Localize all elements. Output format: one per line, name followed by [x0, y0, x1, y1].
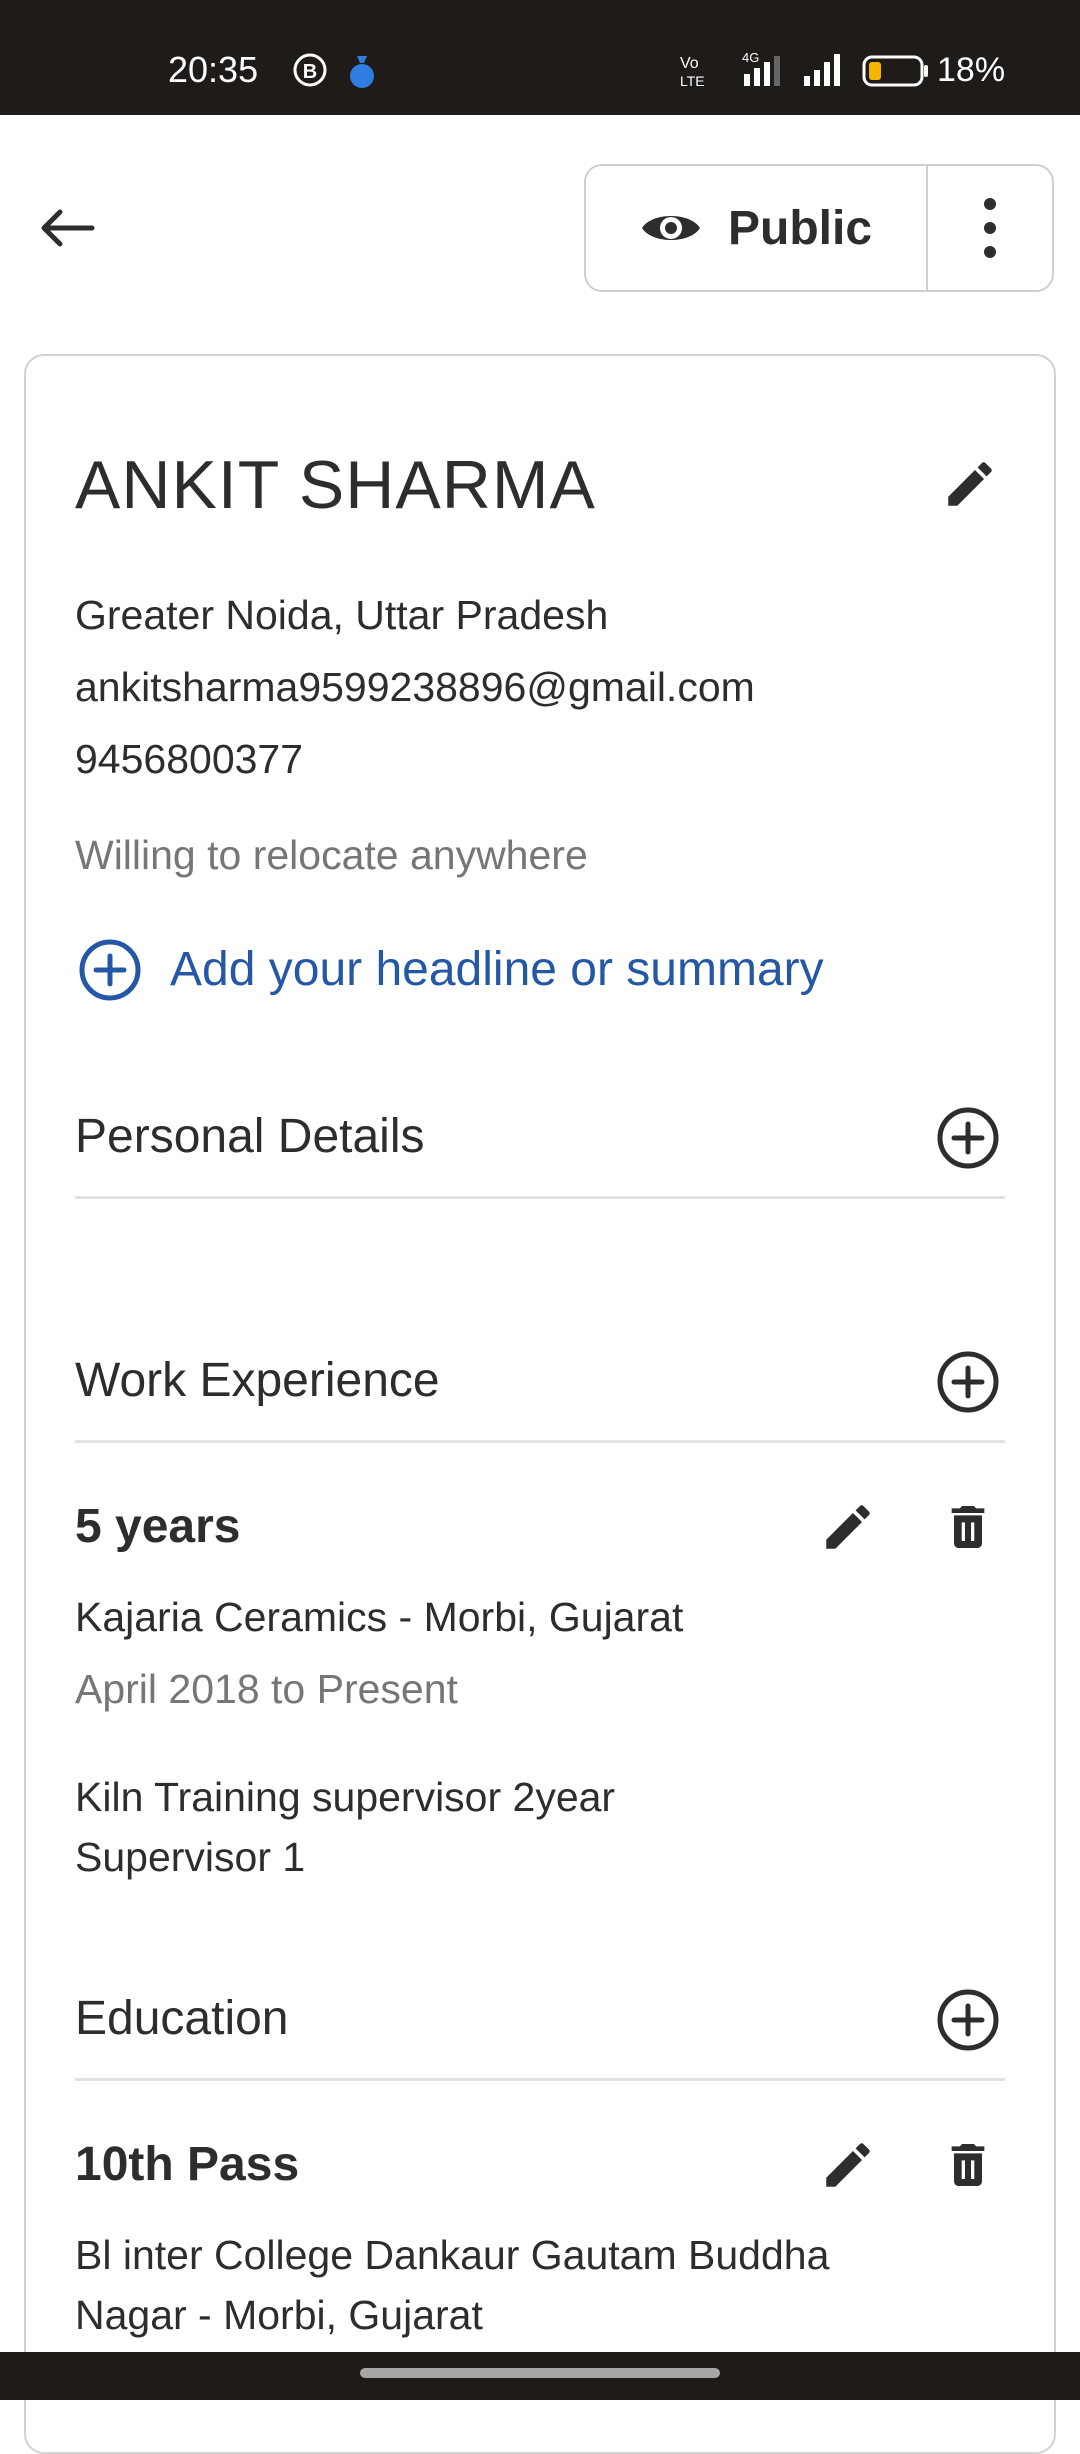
more-options-button[interactable]	[928, 166, 1052, 290]
work-experience-title: Work Experience	[75, 1354, 440, 1407]
relocation-note: Willing to relocate anywhere	[75, 832, 588, 878]
work-entry-description-line2: Supervisor 1	[75, 1834, 306, 1880]
trash-icon	[951, 2144, 985, 2186]
divider	[75, 1196, 1005, 1199]
b-app-icon: B	[292, 50, 328, 95]
arrow-left-icon	[41, 209, 95, 247]
battery-icon	[862, 54, 930, 93]
money-bag-icon	[346, 50, 378, 95]
profile-location: Greater Noida, Uttar Pradesh	[75, 592, 609, 638]
svg-text:LTE: LTE	[680, 73, 705, 89]
delete-work-entry-button[interactable]	[928, 1490, 1008, 1564]
trash-icon	[951, 1506, 985, 1548]
edit-name-button[interactable]	[930, 448, 1010, 520]
profile-phone: 9456800377	[75, 736, 304, 782]
plus-circle-icon	[937, 1351, 999, 1413]
pencil-icon	[826, 1505, 870, 1549]
edit-work-entry-button[interactable]	[808, 1490, 888, 1564]
pencil-icon	[826, 2143, 870, 2187]
work-entry-dates: April 2018 to Present	[75, 1666, 458, 1712]
education-title: Education	[75, 1992, 289, 2045]
divider	[75, 1440, 1005, 1443]
visibility-button[interactable]: Public	[586, 166, 928, 290]
add-personal-details-button[interactable]	[932, 1102, 1004, 1174]
eye-icon	[641, 216, 700, 240]
more-vertical-icon	[984, 198, 996, 258]
add-headline-link[interactable]: Add your headline or summary	[78, 938, 824, 1002]
volte-icon: Vo LTE	[678, 52, 718, 95]
add-education-button[interactable]	[932, 1984, 1004, 2056]
work-entry-company: Kajaria Ceramics - Morbi, Gujarat	[75, 1594, 684, 1640]
work-entry-title: 5 years	[75, 1500, 241, 1553]
education-school-line1: Bl inter College Dankaur Gautam Buddha	[75, 2232, 830, 2278]
education-school-line2: Nagar - Morbi, Gujarat	[75, 2292, 483, 2338]
svg-text:Vo: Vo	[680, 55, 699, 72]
back-button[interactable]	[28, 196, 104, 260]
home-gesture-handle[interactable]	[360, 2368, 720, 2378]
add-headline-label: Add your headline or summary	[170, 943, 824, 996]
profile-name: ANKIT SHARMA	[75, 447, 596, 523]
pencil-icon	[948, 462, 992, 506]
plus-circle-icon	[79, 939, 141, 1001]
education-entry-title: 10th Pass	[75, 2138, 300, 2191]
edit-education-entry-button[interactable]	[808, 2128, 888, 2202]
signal-icon	[800, 50, 846, 95]
status-bar: 20:35 B Vo LTE 4G 18%	[0, 0, 1080, 115]
signal-4g-icon: 4G	[738, 50, 788, 95]
work-entry-description-line1: Kiln Training supervisor 2year	[75, 1774, 616, 1820]
network-type-label: 4G	[742, 50, 759, 65]
status-time: 20:35	[168, 49, 259, 90]
delete-education-entry-button[interactable]	[928, 2128, 1008, 2202]
plus-circle-icon	[937, 1107, 999, 1169]
profile-email: ankitsharma9599238896@gmail.com	[75, 664, 755, 710]
battery-percent: 18%	[937, 51, 1006, 89]
divider	[75, 2078, 1005, 2081]
visibility-controls: Public	[584, 164, 1054, 292]
add-work-experience-button[interactable]	[932, 1346, 1004, 1418]
plus-circle-icon	[937, 1989, 999, 2051]
personal-details-title: Personal Details	[75, 1110, 425, 1163]
svg-text:B: B	[303, 61, 317, 83]
visibility-label: Public	[727, 201, 873, 255]
